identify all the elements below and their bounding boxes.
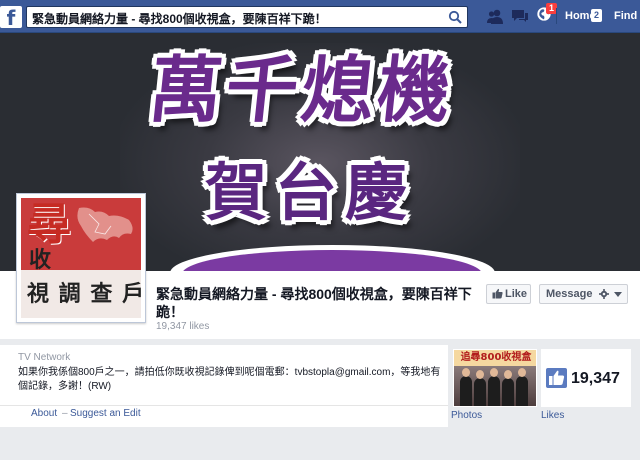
suggest-edit-link[interactable]: Suggest an Edit <box>70 408 141 419</box>
message-button[interactable]: Message <box>539 284 628 304</box>
photo-person <box>488 368 500 406</box>
search-icon[interactable] <box>448 10 463 25</box>
like-button-label: Like <box>505 288 528 300</box>
page-description: 如果你我係個800戶之一，請拍低你既收視記錄俾到呢個電郵：tvbstopla@g… <box>18 367 441 392</box>
cover-headline-line2: 賀台慶 <box>205 156 416 229</box>
likes-count: 19,347 <box>571 370 620 387</box>
page-category: TV Network <box>18 352 71 363</box>
photo-people-image <box>454 366 536 406</box>
photo-person <box>474 370 486 406</box>
chevron-down-icon[interactable] <box>614 292 622 297</box>
gear-icon[interactable] <box>599 289 609 299</box>
link-separator: – <box>62 408 68 419</box>
facebook-logo[interactable]: f <box>0 6 22 30</box>
friend-requests-icon[interactable] <box>486 8 504 24</box>
likes-link[interactable]: Likes <box>541 410 564 421</box>
photo-person <box>502 370 514 406</box>
top-navigation-bar: f 緊急動員網絡力量 - 尋找800個收視盒，要陳百祥下跪！ 1 Home 2 … <box>0 0 640 33</box>
profile-picture-image: 尋 收 視 調 查 戶 <box>21 198 141 318</box>
find-friends-link[interactable]: Find <box>614 10 637 22</box>
photos-link[interactable]: Photos <box>451 410 482 421</box>
messages-icon[interactable] <box>511 8 529 24</box>
like-button[interactable]: Like <box>486 284 531 304</box>
home-count-badge: 2 <box>591 9 603 22</box>
message-button-label: Message <box>546 288 593 300</box>
cover-headline-line1: 萬千熄機 <box>145 48 459 132</box>
profile-picture-line1: 收 <box>29 248 52 273</box>
thumbs-up-icon <box>492 288 503 299</box>
search-input[interactable]: 緊急動員網絡力量 - 尋找800個收視盒，要陳百祥下跪！ <box>26 6 468 28</box>
profile-picture[interactable]: 尋 收 視 調 查 戶 <box>16 193 146 323</box>
search-query-text: 緊急動員網絡力量 - 尋找800個收視盒，要陳百祥下跪！ <box>32 12 327 26</box>
map-graphic-icon <box>77 207 133 242</box>
photos-thumbnail[interactable]: 追尋800收視盒 <box>453 349 537 407</box>
photo-person <box>460 368 472 406</box>
photo-banner-text: 追尋800收視盒 <box>454 350 536 366</box>
nav-divider <box>556 8 557 24</box>
about-link[interactable]: About <box>31 408 57 419</box>
page-title: 緊急動員網絡力量 - 尋找800個收視盒，要陳百祥下跪！ <box>156 286 472 320</box>
likes-thumbs-up-icon <box>546 368 567 388</box>
page-likes-count: 19,347 likes <box>156 321 210 332</box>
photo-person <box>516 368 528 406</box>
profile-picture-big-character: 尋 <box>27 199 71 250</box>
profile-picture-line2: 視 調 查 戶 <box>27 282 141 307</box>
